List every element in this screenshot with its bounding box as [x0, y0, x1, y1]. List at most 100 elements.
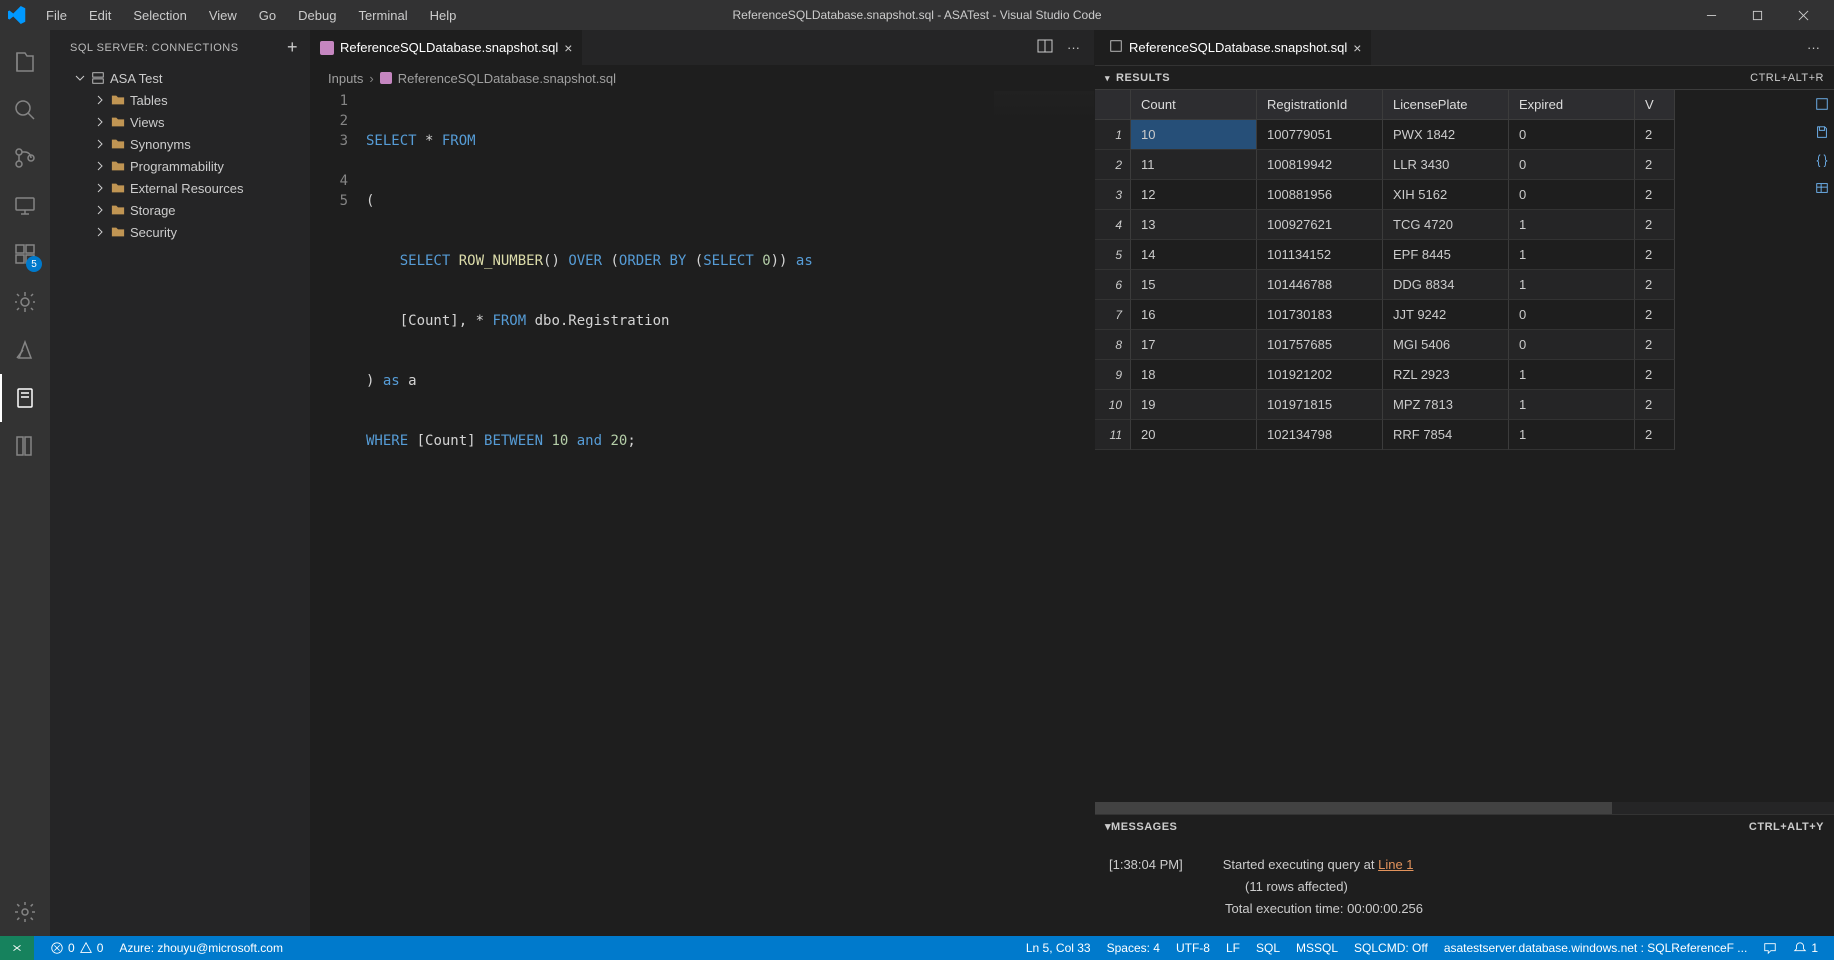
row-number[interactable]: 11	[1095, 420, 1131, 450]
settings-gear-icon[interactable]	[0, 888, 50, 936]
menu-help[interactable]: Help	[420, 4, 467, 27]
encoding[interactable]: UTF-8	[1168, 941, 1218, 955]
vscode-icon	[8, 6, 26, 24]
remote-explorer-icon[interactable]	[0, 182, 50, 230]
feedback-icon[interactable]	[1755, 941, 1785, 955]
folder-icon	[110, 114, 126, 130]
tree-item-tables[interactable]: Tables	[50, 89, 310, 111]
row-number[interactable]: 6	[1095, 270, 1131, 300]
close-button[interactable]	[1780, 0, 1826, 30]
tree-item-synonyms[interactable]: Synonyms	[50, 133, 310, 155]
row-number[interactable]: 2	[1095, 150, 1131, 180]
grid-row[interactable]: 20102134798RRF 785412	[1131, 420, 1834, 450]
server-status[interactable]: asatestserver.database.windows.net : SQL…	[1436, 941, 1756, 955]
tree-item-programmability[interactable]: Programmability	[50, 155, 310, 177]
editor-tab[interactable]: ReferenceSQLDatabase.snapshot.sql ×	[310, 30, 583, 65]
search-icon[interactable]	[0, 86, 50, 134]
maximize-button[interactable]	[1734, 0, 1780, 30]
row-number[interactable]: 5	[1095, 240, 1131, 270]
folder-icon	[110, 158, 126, 174]
breadcrumb-item[interactable]: Inputs	[328, 71, 363, 86]
save-json-icon[interactable]	[1812, 150, 1832, 170]
source-control-icon[interactable]	[0, 134, 50, 182]
row-number[interactable]: 7	[1095, 300, 1131, 330]
tree-item-views[interactable]: Views	[50, 111, 310, 133]
menu-view[interactable]: View	[199, 4, 247, 27]
message-link[interactable]: Line 1	[1378, 857, 1413, 872]
notifications-button[interactable]: 1	[1785, 941, 1826, 955]
menu-go[interactable]: Go	[249, 4, 286, 27]
col-header-registrationid[interactable]: RegistrationId	[1257, 90, 1383, 120]
debug-icon[interactable]	[0, 278, 50, 326]
results-header-label: RESULTS	[1116, 72, 1170, 84]
breadcrumbs[interactable]: Inputs › ReferenceSQLDatabase.snapshot.s…	[310, 65, 1094, 91]
sql-server-icon[interactable]	[0, 374, 50, 422]
col-header-count[interactable]: Count	[1131, 90, 1257, 120]
tree-item-external-resources[interactable]: External Resources	[50, 177, 310, 199]
indentation[interactable]: Spaces: 4	[1099, 941, 1168, 955]
menu-selection[interactable]: Selection	[123, 4, 196, 27]
menu-file[interactable]: File	[36, 4, 77, 27]
problems-button[interactable]: 0 0	[42, 941, 111, 955]
azure-account[interactable]: Azure: zhouyu@microsoft.com	[111, 941, 291, 955]
cursor-position[interactable]: Ln 5, Col 33	[1018, 941, 1099, 955]
row-number[interactable]: 8	[1095, 330, 1131, 360]
results-tab-label: ReferenceSQLDatabase.snapshot.sql	[1129, 40, 1347, 55]
grid-row[interactable]: 18101921202RZL 292312	[1131, 360, 1834, 390]
col-header-extra[interactable]: V	[1635, 90, 1675, 120]
menu-debug[interactable]: Debug	[288, 4, 346, 27]
grid-row[interactable]: 12100881956XIH 516202	[1131, 180, 1834, 210]
tree-item-storage[interactable]: Storage	[50, 199, 310, 221]
results-section-header[interactable]: ▾RESULTS CTRL+ALT+R	[1095, 65, 1834, 89]
books-icon[interactable]	[0, 422, 50, 470]
remote-window-button[interactable]	[0, 936, 34, 960]
results-file-icon	[1109, 39, 1123, 56]
row-number[interactable]: 10	[1095, 390, 1131, 420]
tree-item-security[interactable]: Security	[50, 221, 310, 243]
split-editor-icon[interactable]	[1037, 38, 1053, 57]
row-number[interactable]: 1	[1095, 120, 1131, 150]
eol[interactable]: LF	[1218, 941, 1248, 955]
messages-section-header[interactable]: ▾MESSAGES CTRL+ALT+Y	[1095, 814, 1834, 838]
maximize-grid-icon[interactable]	[1812, 94, 1832, 114]
grid-header-row: Count RegistrationId LicensePlate Expire…	[1131, 90, 1834, 120]
language-mode[interactable]: SQL	[1248, 941, 1288, 955]
minimap[interactable]	[994, 91, 1094, 491]
col-header-expired[interactable]: Expired	[1509, 90, 1635, 120]
save-excel-icon[interactable]	[1812, 178, 1832, 198]
close-tab-icon[interactable]: ×	[564, 40, 572, 56]
explorer-icon[interactable]	[0, 38, 50, 86]
close-tab-icon[interactable]: ×	[1353, 40, 1361, 56]
more-actions-icon[interactable]: ···	[1067, 40, 1080, 55]
grid-row[interactable]: 13100927621TCG 472012	[1131, 210, 1834, 240]
tree-root[interactable]: ASA Test	[50, 67, 310, 89]
grid-row[interactable]: 10100779051PWX 184202	[1131, 120, 1834, 150]
grid-row[interactable]: 15101446788DDG 883412	[1131, 270, 1834, 300]
azure-icon[interactable]	[0, 326, 50, 374]
mssql-status[interactable]: MSSQL	[1288, 941, 1346, 955]
minimize-button[interactable]	[1688, 0, 1734, 30]
grid-row[interactable]: 16101730183JJT 924202	[1131, 300, 1834, 330]
grid-row[interactable]: 14101134152EPF 844512	[1131, 240, 1834, 270]
row-number[interactable]: 4	[1095, 210, 1131, 240]
grid-row[interactable]: 11100819942LLR 343002	[1131, 150, 1834, 180]
row-number[interactable]: 3	[1095, 180, 1131, 210]
results-tab[interactable]: ReferenceSQLDatabase.snapshot.sql ×	[1095, 30, 1372, 65]
row-number[interactable]: 9	[1095, 360, 1131, 390]
save-csv-icon[interactable]	[1812, 122, 1832, 142]
results-grid[interactable]: 1234567891011 Count RegistrationId Licen…	[1095, 89, 1834, 450]
col-header-licenseplate[interactable]: LicensePlate	[1383, 90, 1509, 120]
code-editor[interactable]: 12345 SELECT * FROM ( SELECT ROW_NUMBER(…	[310, 91, 1094, 491]
extensions-icon[interactable]: 5	[0, 230, 50, 278]
menu-bar: FileEditSelectionViewGoDebugTerminalHelp	[36, 4, 466, 27]
breadcrumb-item[interactable]: ReferenceSQLDatabase.snapshot.sql	[398, 71, 616, 86]
menu-terminal[interactable]: Terminal	[348, 4, 417, 27]
sqlcmd-status[interactable]: SQLCMD: Off	[1346, 941, 1436, 955]
more-actions-icon[interactable]: ···	[1807, 40, 1820, 55]
menu-edit[interactable]: Edit	[79, 4, 121, 27]
add-connection-icon[interactable]: +	[287, 37, 298, 58]
code-content[interactable]: SELECT * FROM ( SELECT ROW_NUMBER() OVER…	[366, 91, 813, 491]
grid-row[interactable]: 17101757685MGI 540602	[1131, 330, 1834, 360]
horizontal-scrollbar[interactable]	[1095, 802, 1834, 814]
grid-row[interactable]: 19101971815MPZ 781312	[1131, 390, 1834, 420]
